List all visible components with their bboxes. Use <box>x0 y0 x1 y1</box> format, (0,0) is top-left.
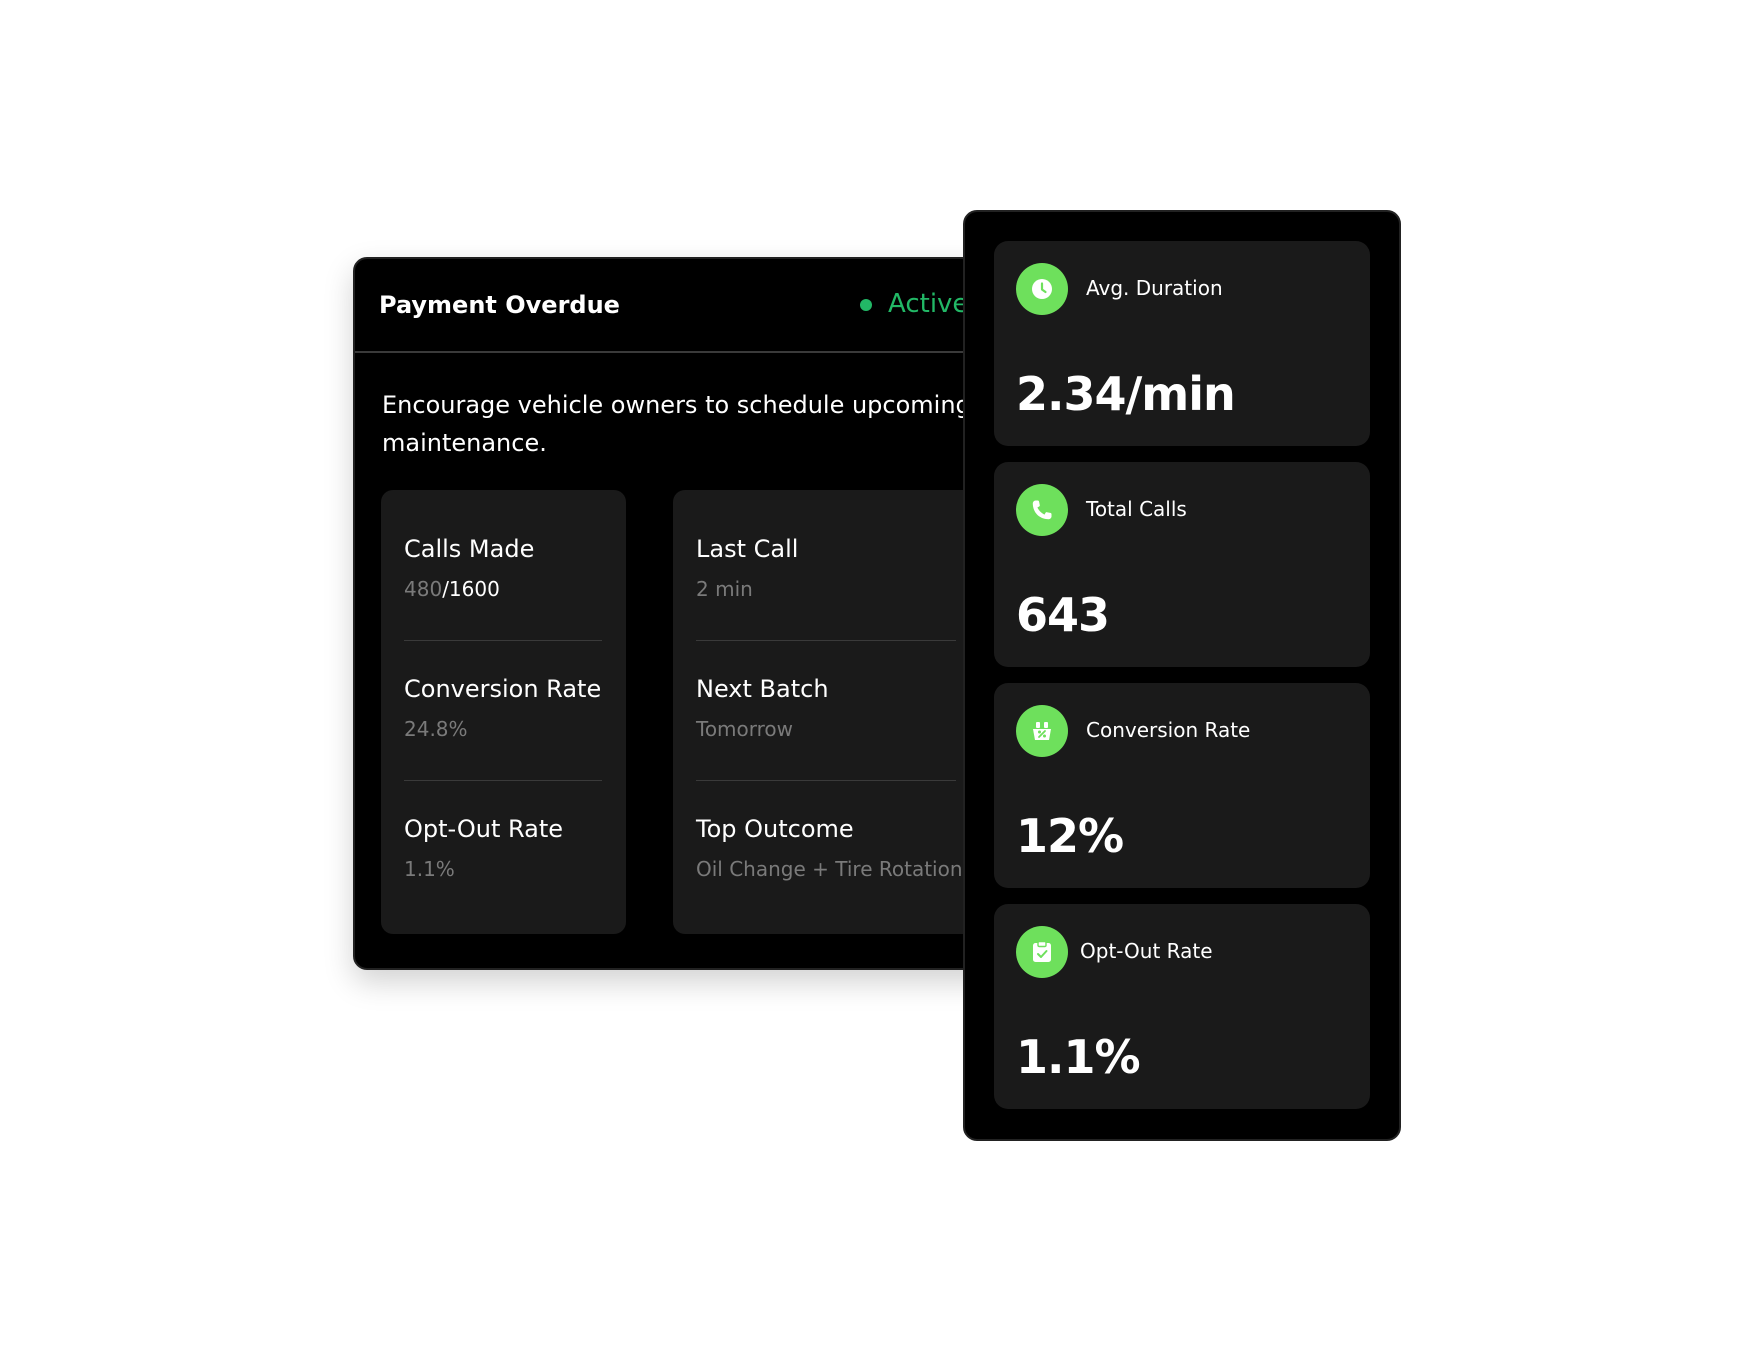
status-dot-icon <box>860 299 872 311</box>
stat-label: Last Call <box>696 535 799 563</box>
stat-opt-out-rate: Opt-Out Rate 1.1% <box>404 814 563 882</box>
stat-conversion-rate: Conversion Rate 24.8% <box>404 674 601 742</box>
metric-label: Total Calls <box>1086 497 1187 521</box>
stat-label: Conversion Rate <box>404 675 602 703</box>
status-badge: Active <box>888 289 969 319</box>
conversion-icon <box>1016 705 1068 757</box>
metric-value: 1.1% <box>1016 1030 1141 1084</box>
campaign-title: Payment Overdue <box>379 291 620 319</box>
stat-value: Tomorrow <box>696 717 794 741</box>
stat-divider <box>404 640 602 641</box>
metric-tile-opt-out-rate[interactable]: Opt-Out Rate 1.1% <box>994 904 1370 1109</box>
metric-value: 643 <box>1016 588 1110 642</box>
metric-label: Avg. Duration <box>1086 276 1223 300</box>
stat-value: Oil Change + Tire Rotation <box>696 857 963 881</box>
stat-label: Next Batch <box>696 675 829 703</box>
clock-icon <box>1016 263 1068 315</box>
metric-tile-conversion-rate[interactable]: Conversion Rate 12% <box>994 683 1370 888</box>
stat-label: Opt-Out Rate <box>404 815 564 843</box>
stat-value: 1.1% <box>404 857 455 881</box>
stat-divider <box>696 640 956 641</box>
metric-value: 2.34/min <box>1016 367 1236 421</box>
phone-icon <box>1016 484 1068 536</box>
stat-next-batch: Next Batch Tomorrow <box>696 674 829 742</box>
calls-made-total: /1600 <box>442 577 500 601</box>
metric-label: Opt-Out Rate <box>1080 939 1213 963</box>
stat-value: 24.8% <box>404 717 468 741</box>
metric-label: Conversion Rate <box>1086 718 1251 742</box>
stat-top-outcome: Top Outcome Oil Change + Tire Rotation <box>696 814 963 882</box>
stats-panel-left: Calls Made 480/1600 Conversion Rate 24.8… <box>381 490 626 934</box>
stat-last-call: Last Call 2 min <box>696 534 798 602</box>
stat-calls-made: Calls Made 480/1600 <box>404 534 534 602</box>
stat-label: Calls Made <box>404 535 535 563</box>
stat-value: 2 min <box>696 577 753 601</box>
stat-value: 480/1600 <box>404 576 534 602</box>
calls-made-count: 480 <box>404 577 443 601</box>
stat-label: Top Outcome <box>696 815 854 843</box>
opt-out-icon <box>1016 926 1068 978</box>
metric-tile-total-calls[interactable]: Total Calls 643 <box>994 462 1370 667</box>
stat-divider <box>404 780 602 781</box>
campaign-description: Encourage vehicle owners to schedule upc… <box>382 391 971 457</box>
metric-value: 12% <box>1016 809 1124 863</box>
metric-tile-avg-duration[interactable]: Avg. Duration 2.34/min <box>994 241 1370 446</box>
stats-panel-right: Last Call 2 min Next Batch Tomorrow Top … <box>673 490 1003 934</box>
metrics-card: Avg. Duration 2.34/min Total Calls 643 C… <box>963 210 1401 1141</box>
campaign-header: Payment Overdue Active <box>355 259 1069 353</box>
stat-divider <box>696 780 956 781</box>
